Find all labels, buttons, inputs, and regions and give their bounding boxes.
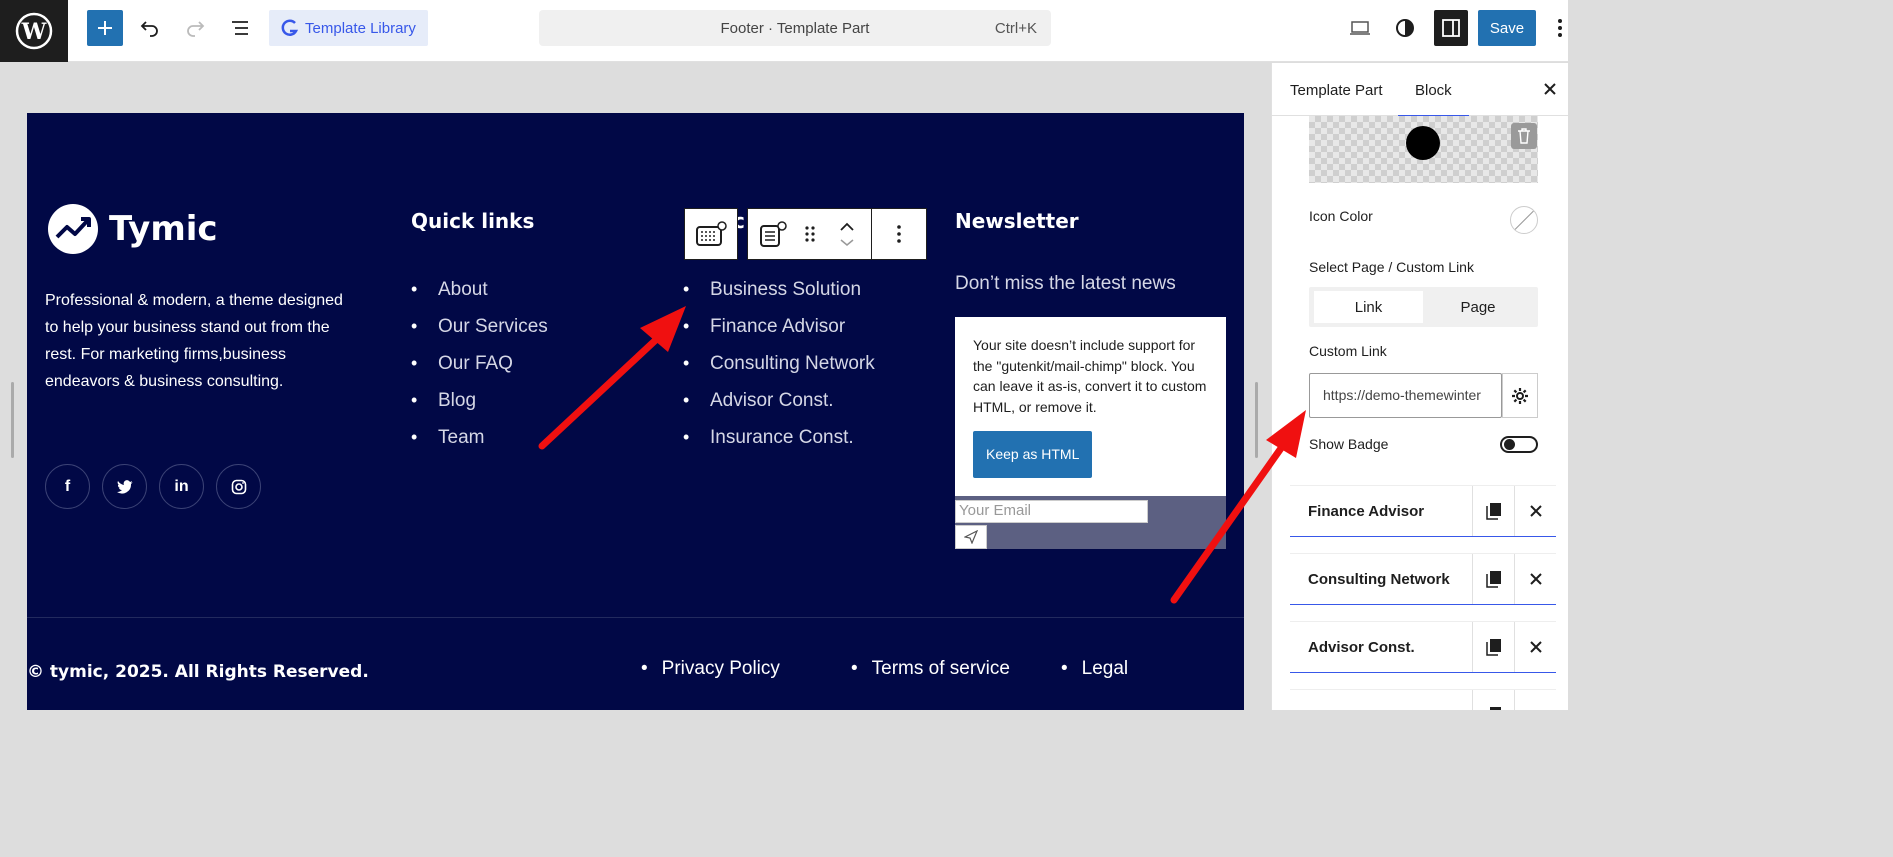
red-arrow-annotation — [538, 306, 686, 450]
red-arrow-annotation — [1170, 410, 1306, 604]
annotation-arrows — [538, 306, 1306, 604]
